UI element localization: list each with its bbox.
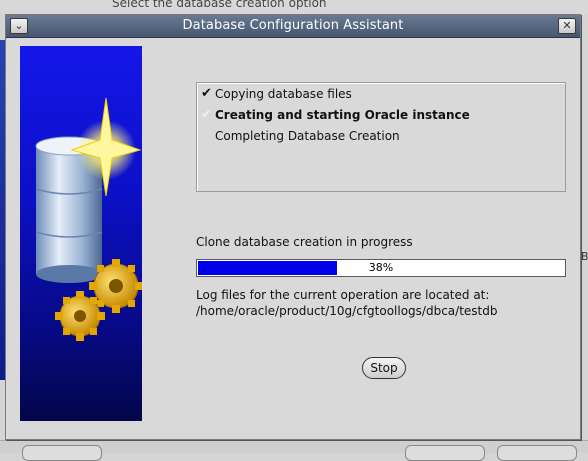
close-icon: ✕ (562, 19, 572, 32)
progress-percent-label: 38% (368, 261, 394, 274)
background-button[interactable] (22, 445, 102, 461)
status-message: Clone database creation in progress (196, 235, 413, 249)
log-location-label: Log files for the current operation are … (196, 288, 490, 302)
window-title: Database Configuration Assistant (182, 18, 404, 33)
step-label: Completing Database Creation (215, 129, 400, 143)
check-icon: ✔ (201, 86, 212, 101)
progress-bar: 38% (196, 259, 566, 277)
wizard-graphic-panel (20, 46, 143, 421)
background-button[interactable] (405, 445, 485, 461)
dbca-progress-dialog: ⌄ Database Configuration Assistant ✕ ✔ C… (5, 14, 581, 440)
stop-button[interactable]: Stop (362, 357, 406, 379)
database-illustration (35, 97, 143, 341)
step-label: Creating and starting Oracle instance (215, 108, 470, 122)
background-window-header: Select the database creation option (0, 0, 588, 14)
title-bar[interactable]: ⌄ Database Configuration Assistant ✕ (6, 15, 580, 38)
background-heading: Select the database creation option (112, 0, 327, 10)
step-label: Copying database files (215, 87, 352, 101)
check-icon: ✔ (201, 107, 212, 122)
background-button-bar (0, 440, 588, 461)
background-label: B (581, 250, 588, 263)
background-button[interactable] (497, 445, 577, 461)
log-location-path: /home/oracle/product/10g/cfgtoollogs/dbc… (196, 304, 498, 318)
progress-steps-list: ✔ Copying database files ✔ Creating and … (196, 82, 566, 192)
close-button[interactable]: ✕ (558, 18, 576, 34)
